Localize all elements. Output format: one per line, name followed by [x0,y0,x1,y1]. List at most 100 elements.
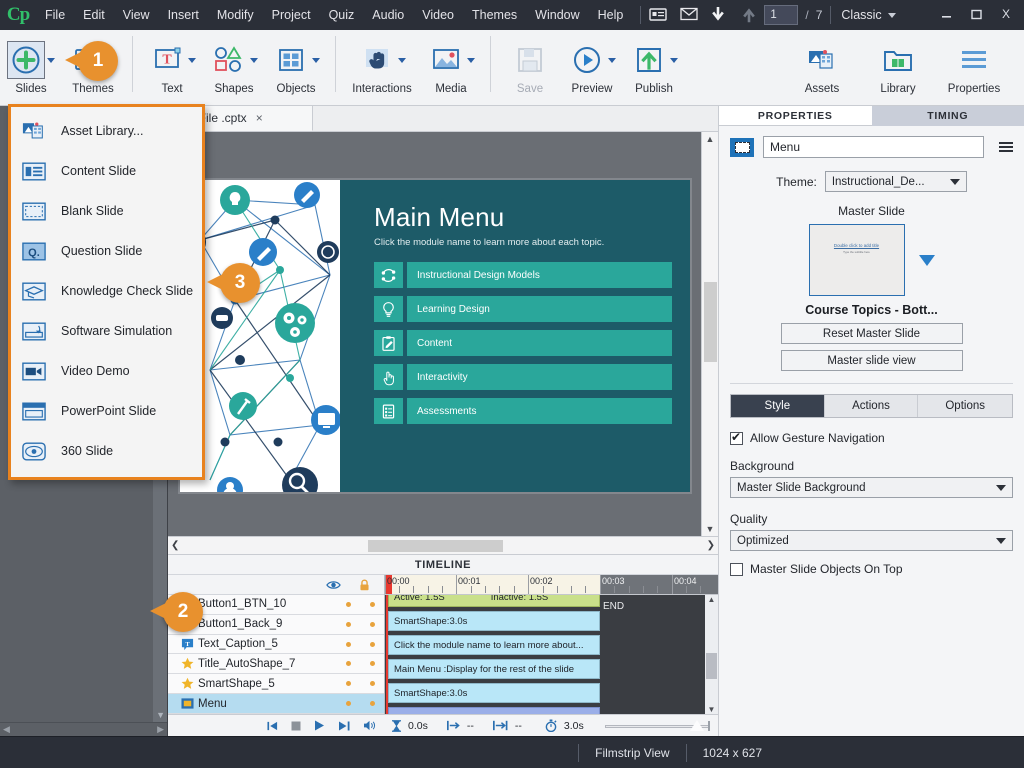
tab-style[interactable]: Style [731,395,825,417]
slide-menu-item[interactable]: Assessments [374,398,672,424]
dropdown-item-video-demo[interactable]: Video Demo [11,351,202,391]
ribbon-publish-button[interactable]: Publish [623,34,685,95]
timeline-row[interactable]: T Text_Caption_5 [168,634,384,655]
timeline-row[interactable]: Title_AutoShape_7 [168,654,384,675]
workspace-selector[interactable]: Classic [841,8,896,22]
master-slide-thumbnail[interactable]: Double click to add title Type the subti… [808,224,905,296]
audio-icon[interactable] [363,720,376,731]
timeline-clip-area[interactable]: Active: 1.5S Inactive: 1.5S SmartShape:3… [385,595,718,714]
tab-properties[interactable]: PROPERTIES [719,106,872,126]
panel-icon[interactable] [649,7,668,23]
background-select[interactable]: Master Slide Background [730,477,1013,498]
timeline-clip[interactable]: SmartShape:3.0s [388,611,600,631]
row-lock-toggle[interactable] [360,641,384,647]
dropdown-item-knowledge-check-slide[interactable]: Knowledge Check Slide [11,271,202,311]
master-objects-top-row[interactable]: Master Slide Objects On Top [730,562,1013,576]
ribbon-assets-button[interactable]: Assets [784,34,860,95]
menu-help[interactable]: Help [589,0,633,30]
timeline-row[interactable]: Menu [168,694,384,714]
slide-canvas[interactable]: Main Menu Click the module name to learn… [178,178,692,494]
row-lock-toggle[interactable] [360,661,384,667]
ribbon-slides-button[interactable]: Slides [0,34,62,95]
scroll-right-icon[interactable]: ❯ [707,540,715,551]
scroll-down-icon[interactable]: ▼ [706,524,715,534]
lock-icon[interactable] [359,579,370,591]
timeline-zoom-slider[interactable] [604,719,710,731]
row-lock-toggle[interactable] [360,601,384,607]
timeline-clip-row[interactable]: Click the module name to learn more abou… [385,633,718,657]
canvas-hscroll-thumb[interactable] [368,539,503,552]
dropdown-item-software-simulation[interactable]: Software Simulation [11,311,202,351]
row-lock-toggle[interactable] [360,621,384,627]
timeline-clip-row[interactable]: Main Menu :Display for the rest of the s… [385,657,718,681]
row-visibility-toggle[interactable] [336,701,360,707]
quality-select[interactable]: Optimized [730,530,1013,551]
timeline-clip-row[interactable]: SmartShape:3.0s [385,681,718,705]
chevron-down-icon[interactable] [467,57,475,63]
close-icon[interactable]: × [256,111,263,125]
master-slide-view-button[interactable]: Master slide view [780,350,963,371]
timeline-clip-row[interactable]: Slide (3.0s) [385,705,718,714]
eye-icon[interactable] [326,580,341,590]
ribbon-preview-button[interactable]: Preview [561,34,623,95]
tab-timing[interactable]: TIMING [871,106,1024,126]
menu-file[interactable]: File [36,0,74,30]
timeline-ruler[interactable]: 00:00 00:01 00:02 00:03 00:04 [385,575,718,595]
rewind-icon[interactable] [267,721,278,731]
chevron-down-icon[interactable] [312,57,320,63]
canvas-horizontal-scrollbar[interactable]: ❮ ❯ [168,536,718,554]
stop-icon[interactable] [291,721,301,731]
tab-options[interactable]: Options [918,395,1013,417]
dropdown-item-asset-library[interactable]: Asset Library... [11,111,202,151]
slide-menu-item[interactable]: Instructional Design Models [374,262,672,288]
chevron-down-icon[interactable] [398,57,406,63]
mail-icon[interactable] [680,7,699,23]
gesture-navigation-checkbox[interactable] [730,430,743,445]
slide-menu-item[interactable]: Interactivity [374,364,672,390]
menu-window[interactable]: Window [526,0,588,30]
scroll-left-icon[interactable]: ◀ [3,724,10,735]
slide-menu-item[interactable]: Learning Design [374,296,672,322]
master-slide-dropdown-icon[interactable] [918,254,935,266]
timeline-scroll-thumb[interactable] [706,653,717,679]
view-mode-label[interactable]: Filmstrip View [595,746,669,760]
current-slide-input[interactable]: 1 [764,5,799,25]
panel-menu-icon[interactable] [993,142,1013,152]
menu-quiz[interactable]: Quiz [320,0,364,30]
canvas-vertical-scrollbar[interactable]: ▲ ▼ [701,132,718,536]
chevron-down-icon[interactable] [670,57,678,63]
slide-color-swatch[interactable] [730,137,754,157]
dropdown-item-360-slide[interactable]: 360 Slide [11,431,202,471]
timeline-clip-row[interactable]: Active: 1.5S Inactive: 1.5S [385,595,718,609]
minimize-button[interactable] [932,4,960,24]
scroll-up-icon[interactable]: ▲ [708,595,716,604]
reset-master-slide-button[interactable]: Reset Master Slide [780,323,963,344]
theme-select[interactable]: Instructional_De... [824,171,967,192]
ribbon-media-button[interactable]: Media [420,34,482,95]
dropdown-item-question-slide[interactable]: Q. Question Slide [11,231,202,271]
chevron-down-icon[interactable] [47,57,55,63]
ribbon-properties-button[interactable]: Properties [936,34,1012,95]
slide-name-input[interactable] [763,136,984,158]
timeline-row[interactable]: SmartShape_5 [168,674,384,695]
timeline-clip[interactable]: Main Menu :Display for the rest of the s… [388,659,600,679]
chevron-down-icon[interactable] [608,57,616,63]
scroll-left-icon[interactable]: ❮ [171,540,179,551]
ribbon-save-button[interactable]: Save [499,34,561,95]
scroll-right-icon[interactable]: ▶ [157,724,164,735]
ribbon-interactions-button[interactable]: Interactions [344,34,420,95]
timeline-clip[interactable]: Click the module name to learn more abou… [388,635,600,655]
chevron-down-icon[interactable] [188,57,196,63]
dropdown-item-blank-slide[interactable]: Blank Slide [11,191,202,231]
zoom-slider-handle[interactable] [689,719,704,731]
ribbon-objects-button[interactable]: Objects [265,34,327,95]
slide-menu-item[interactable]: Content [374,330,672,356]
ribbon-shapes-button[interactable]: Shapes [203,34,265,95]
row-visibility-toggle[interactable] [336,681,360,687]
menu-edit[interactable]: Edit [74,0,114,30]
step-forward-icon[interactable] [338,721,350,731]
menu-insert[interactable]: Insert [159,0,208,30]
scroll-down-icon[interactable]: ▼ [708,705,716,714]
timeline-clip[interactable]: Active: 1.5S Inactive: 1.5S [388,595,600,607]
filmstrip-hscrollbar[interactable]: ◀ ▶ [0,722,167,736]
